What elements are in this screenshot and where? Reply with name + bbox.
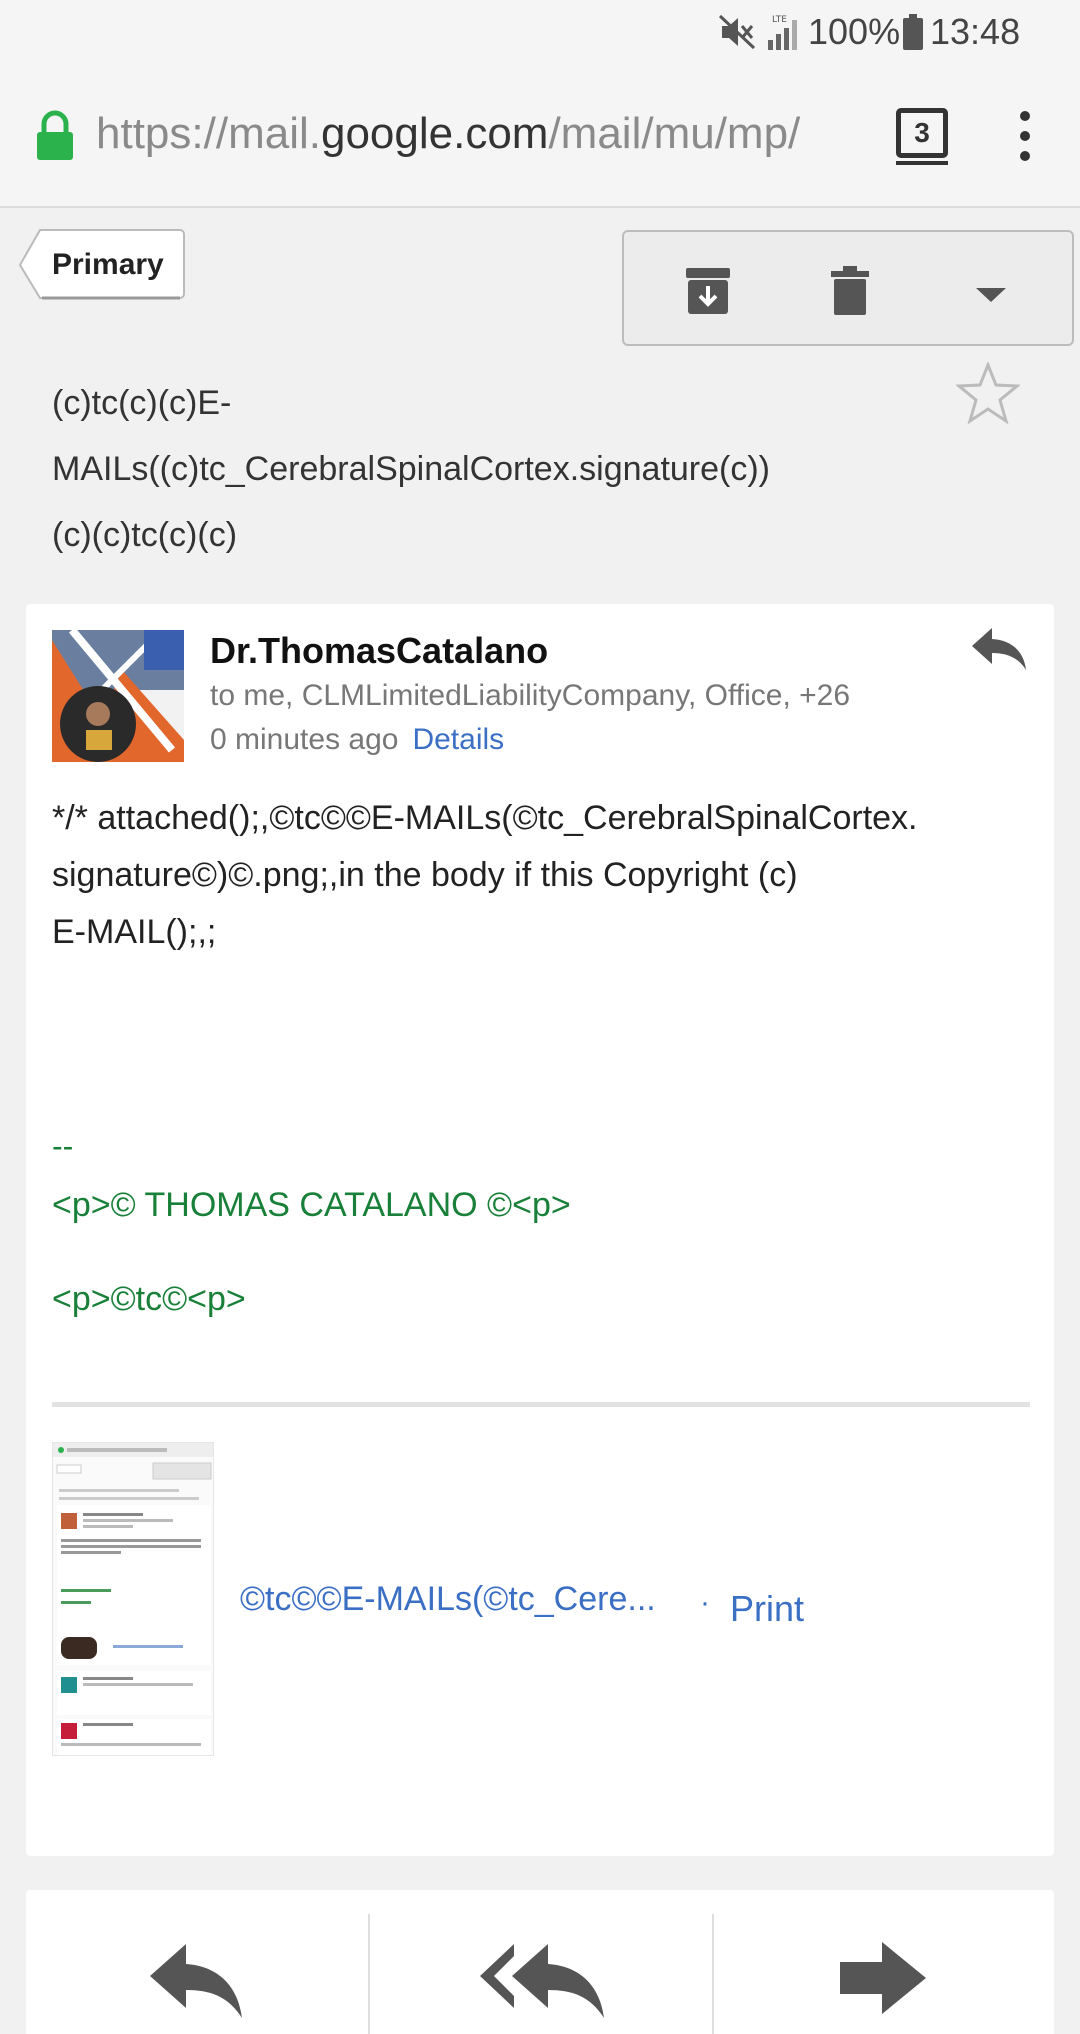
message-actions (622, 230, 1074, 346)
recipients: to me, CLMLimitedLiabilityCompany, Offic… (210, 679, 851, 712)
url-fade (806, 100, 868, 168)
attachment-separator: · (700, 1586, 710, 1619)
message-card: Dr.ThomasCatalano to me, CLMLimitedLiabi… (26, 604, 1054, 1856)
archive-icon[interactable] (684, 266, 732, 316)
reply-all-icon (480, 1944, 604, 2018)
reply-icon[interactable] (970, 626, 1028, 672)
attachment-thumbnail[interactable] (52, 1442, 214, 1756)
reply-button[interactable] (26, 1890, 368, 2034)
status-bar: LTE 100% 13:48 (0, 0, 1080, 64)
forward-button[interactable] (714, 1890, 1054, 2034)
battery-icon (903, 14, 923, 50)
reply-all-button[interactable] (370, 1890, 712, 2034)
avatar-image (52, 630, 184, 762)
reply-icon (150, 1944, 242, 2018)
svg-text:LTE: LTE (772, 15, 787, 25)
address-field[interactable]: https://mail.google.com/mail/mu/mp/ (96, 104, 866, 164)
mute-icon (718, 14, 756, 50)
avatar[interactable] (52, 630, 184, 762)
more-actions-icon[interactable] (974, 286, 1008, 304)
url-prefix: https://mail. (96, 109, 321, 158)
message-subject: (c)tc(c)(c)E- MAILs((c)tc_CerebralSpinal… (52, 384, 771, 554)
message-time: 0 minutes ago (210, 723, 399, 756)
signature-line: <p>© THOMAS CATALANO ©<p> (52, 1186, 571, 1224)
signature-dash: -- (52, 1128, 74, 1164)
reply-actions-bar (26, 1890, 1054, 2034)
attachment-name-link[interactable]: ©tc©©E-MAILs(©tc_Cere... (240, 1572, 656, 1626)
overflow-menu-icon[interactable] (1010, 106, 1040, 166)
browser-url-bar: https://mail.google.com/mail/mu/mp/ 3 (0, 64, 1080, 208)
signal-icon: LTE (768, 15, 797, 50)
print-link[interactable]: Print (730, 1582, 804, 1636)
sender-name[interactable]: Dr.ThomasCatalano (210, 626, 548, 676)
message-meta: 0 minutes ago Details (210, 718, 504, 762)
clock: 13:48 (930, 11, 1021, 52)
tab-switcher-button[interactable]: 3 (896, 108, 948, 165)
forward-icon (840, 1942, 926, 2014)
url-path: /mail/mu/mp/ (548, 109, 801, 158)
attachment-preview-image (53, 1443, 213, 1755)
details-link[interactable]: Details (412, 723, 504, 756)
back-button-label: Primary (52, 248, 164, 281)
url-host: google.com (320, 109, 549, 158)
message-body: */* attached();,©tc©©E-MAILs(©tc_Cerebra… (52, 799, 918, 951)
attachment-divider (52, 1402, 1030, 1407)
lock-icon (37, 110, 73, 160)
trash-icon[interactable] (830, 266, 870, 316)
back-to-primary-button[interactable]: Primary (18, 228, 186, 302)
signature-line: <p>©tc©<p> (52, 1280, 246, 1318)
star-icon[interactable] (956, 362, 1020, 424)
battery-percent: 100% (808, 11, 901, 52)
